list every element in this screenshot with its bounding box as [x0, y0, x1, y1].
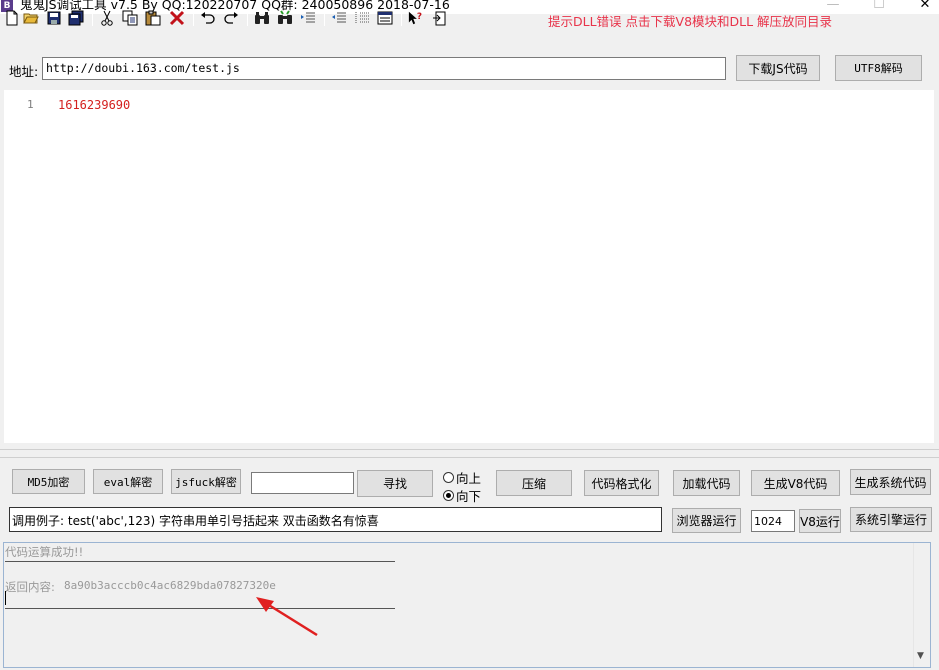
toolbar-separator	[92, 10, 93, 26]
delete-icon[interactable]	[169, 10, 185, 26]
radio-search-down[interactable]: 向下	[443, 486, 481, 505]
new-file-icon[interactable]	[4, 10, 20, 26]
download-js-button[interactable]: 下载JS代码	[736, 55, 820, 81]
radio-down-label: 向下	[456, 489, 482, 504]
toolbar-separator	[401, 10, 402, 26]
code-editor[interactable]	[4, 90, 934, 443]
system-engine-run-button[interactable]: 系统引擎运行	[850, 507, 932, 532]
url-input[interactable]: http://doubi.163.com/test.js	[42, 57, 726, 80]
list-icon[interactable]	[377, 10, 393, 26]
radio-up-label: 向上	[456, 471, 482, 486]
close-button[interactable]: ✕	[902, 0, 939, 13]
radio-down-circle[interactable]	[443, 490, 454, 501]
code-line[interactable]: 1616239690	[58, 98, 130, 112]
exit-icon[interactable]	[431, 10, 447, 26]
jsfuck-decrypt-button[interactable]: jsfuck解密	[171, 469, 241, 494]
eval-decrypt-button[interactable]: eval解密	[93, 469, 163, 494]
utf8-decode-button[interactable]: UTF8解码	[835, 55, 922, 81]
red-arrow-annotation	[256, 597, 318, 637]
divider	[0, 449, 939, 450]
example-input[interactable]: 调用例子: test('abc',123) 字符串用单引号括起来 双击函数名有惊…	[9, 507, 662, 532]
save-all-icon[interactable]	[68, 10, 84, 26]
status-message: 代码运算成功!!	[5, 545, 84, 559]
radio-search-up[interactable]: 向上	[443, 468, 481, 487]
memory-size-input[interactable]: 1024	[751, 510, 795, 532]
generate-system-code-button[interactable]: 生成系统代码	[850, 469, 931, 495]
copy-icon[interactable]	[122, 10, 138, 26]
cut-icon[interactable]	[99, 10, 115, 26]
browser-run-button[interactable]: 浏览器运行	[672, 508, 741, 533]
text-caret	[5, 591, 6, 605]
radio-up-circle[interactable]	[443, 472, 454, 483]
find-next-icon[interactable]	[277, 10, 293, 26]
outdent-icon[interactable]	[331, 10, 347, 26]
output-rule	[5, 608, 395, 609]
search-input[interactable]	[251, 472, 354, 494]
result-value[interactable]: 8a90b3acccb0c4ac6829bda07827320e	[64, 579, 276, 592]
undo-icon[interactable]	[200, 10, 216, 26]
save-icon[interactable]	[46, 10, 62, 26]
open-folder-icon[interactable]	[23, 10, 39, 26]
address-label: 地址:	[9, 64, 39, 79]
find-icon[interactable]	[254, 10, 270, 26]
toolbar-separator	[247, 10, 248, 26]
generate-v8-code-button[interactable]: 生成V8代码	[751, 470, 840, 496]
paste-icon[interactable]	[145, 10, 161, 26]
replace-icon[interactable]	[300, 10, 316, 26]
help-cursor-icon[interactable]: ?	[408, 10, 424, 26]
output-scrollbar[interactable]	[913, 543, 930, 667]
toolbar-separator	[193, 10, 194, 26]
maximize-button[interactable]: ☐	[856, 0, 902, 13]
load-code-button[interactable]: 加载代码	[673, 470, 740, 496]
indent-icon[interactable]	[354, 10, 370, 26]
output-rule	[5, 561, 395, 562]
line-number: 1	[27, 98, 34, 111]
scroll-down-icon[interactable]: ▼	[917, 651, 924, 661]
dll-tip-link[interactable]: 提示DLL错误 点击下载V8模块和DLL 解压放同目录	[548, 11, 832, 30]
find-button[interactable]: 寻找	[357, 470, 433, 497]
redo-icon[interactable]	[223, 10, 239, 26]
compress-button[interactable]: 压缩	[496, 470, 572, 496]
divider	[0, 457, 939, 458]
toolbar-separator	[324, 10, 325, 26]
md5-encrypt-button[interactable]: MD5加密	[12, 469, 85, 494]
v8-run-button[interactable]: V8运行	[799, 509, 841, 533]
format-code-button[interactable]: 代码格式化	[584, 470, 659, 496]
result-label: 返回内容:	[5, 580, 55, 594]
svg-text:?: ?	[417, 12, 422, 22]
